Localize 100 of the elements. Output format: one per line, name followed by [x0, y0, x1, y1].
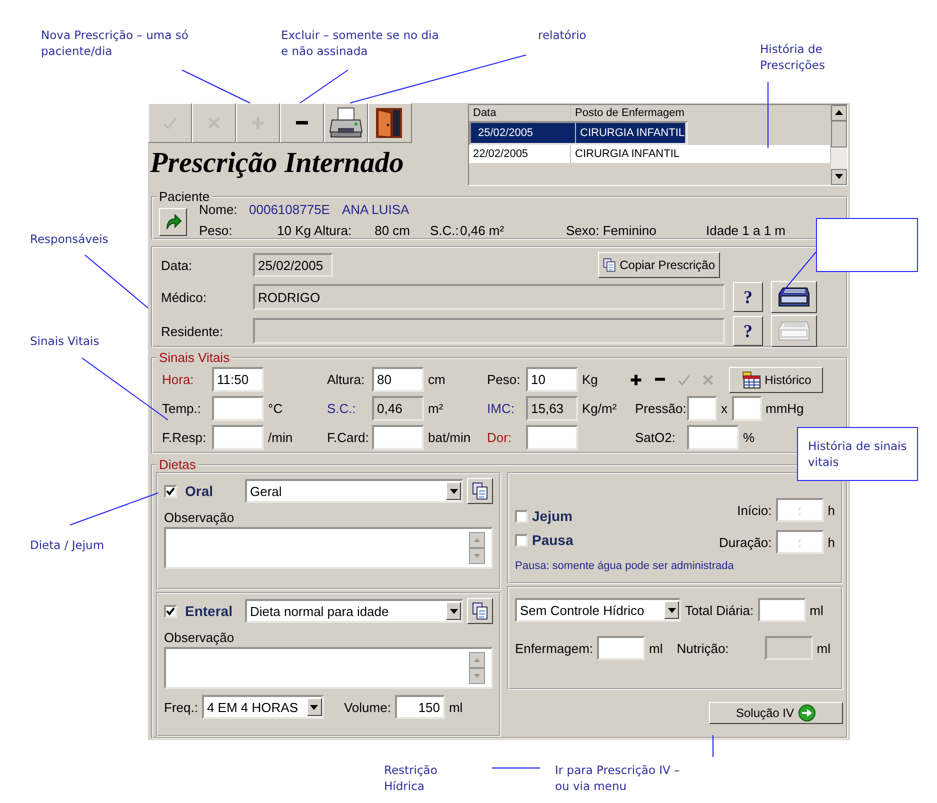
help-button[interactable]: ?	[733, 282, 763, 312]
input-field[interactable]	[372, 425, 424, 450]
annotation-text: Ir para Prescrição IV – ou via menu	[555, 762, 681, 794]
leader-line	[712, 734, 714, 758]
field-label: Nome:	[199, 202, 238, 217]
field-label: Altura:	[327, 372, 366, 387]
checkbox[interactable]	[164, 484, 177, 498]
close-icon	[702, 374, 714, 386]
history-button[interactable]: Histórico	[729, 366, 823, 392]
printer-icon	[329, 106, 363, 140]
input-field[interactable]	[212, 425, 264, 450]
patient-id: 0006108775E	[249, 202, 330, 217]
patient-button[interactable]	[159, 208, 187, 236]
text-field[interactable]	[253, 318, 725, 344]
field-label: Duração:	[719, 534, 772, 550]
text-field[interactable]: RODRIGO	[253, 284, 725, 310]
patient-name: ANA LUISA	[342, 202, 410, 217]
field-label: F.Card:	[327, 430, 370, 445]
exit-button[interactable]	[368, 103, 412, 143]
print-button[interactable]	[324, 103, 368, 143]
copy-prescription-button[interactable]: Copiar Prescrição	[598, 252, 720, 278]
frequency-select[interactable]: 4 EM 4 HORAS	[202, 695, 324, 719]
checkbox-label: Oral	[185, 483, 214, 499]
remove-button[interactable]	[280, 103, 324, 143]
observation-field[interactable]	[164, 527, 493, 569]
input-field[interactable]	[597, 636, 646, 660]
leader-line	[182, 70, 250, 104]
checkbox-label: Enteral	[185, 603, 232, 619]
input-field[interactable]: 80	[372, 367, 424, 392]
group-title: Paciente	[158, 189, 211, 204]
unit-label: cm	[428, 372, 446, 387]
group-title: Sinais Vitais	[158, 350, 231, 365]
table-row[interactable]: 25/02/2005 CIRURGIA INFANTIL	[469, 121, 688, 145]
table-cell: 25/02/2005	[474, 123, 576, 143]
input-field[interactable]	[687, 396, 717, 421]
checkbox[interactable]	[164, 604, 177, 618]
input-field: 0,46	[372, 396, 424, 421]
field-label: Médico:	[161, 290, 208, 304]
sex-text: Sexo: Feminino	[566, 223, 658, 238]
checkbox[interactable]	[515, 510, 528, 522]
scrollbar[interactable]	[831, 105, 847, 185]
scroll-arrows-icon	[469, 652, 485, 684]
unit-label: h	[828, 534, 835, 550]
input-field[interactable]	[687, 425, 739, 450]
field-label: Peso:	[199, 223, 234, 238]
note-text: Pausa: somente água pode ser administrada	[515, 560, 735, 572]
diet-select[interactable]: Dieta normal para idade	[245, 599, 463, 623]
fluid-control-select[interactable]: Sem Controle Hídrico	[515, 598, 681, 622]
field-label: S.C.:	[327, 401, 357, 416]
observation-field[interactable]	[164, 647, 493, 689]
iv-solution-button[interactable]: Solução IV	[709, 702, 843, 724]
field-label: Observação	[164, 510, 236, 525]
annotation-text: História de Prescrições	[760, 41, 826, 74]
unit-label: ml	[810, 602, 824, 618]
scroll-arrows-icon	[469, 532, 485, 564]
copy-icon	[472, 602, 488, 620]
annotation-text: Sinais Vitais	[30, 333, 100, 350]
copy-icon	[472, 482, 488, 500]
callout-box: História de sinais vitais	[797, 427, 918, 481]
annotation-text: Restrição Hídrica	[384, 762, 438, 794]
card-button[interactable]	[771, 281, 817, 313]
help-button[interactable]: ?	[733, 316, 763, 346]
copy-icon	[603, 256, 616, 274]
annotation-text: Dieta / Jejum	[30, 537, 106, 554]
body-surface-value: 0,46 m²	[460, 223, 506, 238]
field-label: Data:	[161, 258, 194, 272]
table-row[interactable]: 22/02/2005 CIRURGIA INFANTIL	[469, 145, 831, 163]
unit-label: /min	[268, 430, 293, 445]
diet-select[interactable]: Geral	[245, 479, 463, 503]
input-field	[764, 636, 813, 660]
height-value: 80 cm	[374, 223, 410, 238]
checkbox-label: Jejum	[532, 508, 572, 524]
unit-label: h	[828, 502, 835, 518]
field-label: Dor:	[487, 430, 513, 445]
checkbox[interactable]	[515, 534, 528, 546]
field-label: Início:	[737, 502, 772, 518]
copy-button[interactable]	[467, 478, 493, 504]
annotation-text: relatório	[538, 27, 588, 44]
checkmark-icon	[677, 372, 691, 386]
input-field[interactable]: 10	[526, 367, 578, 392]
unit-label: Kg	[582, 372, 598, 387]
input-field[interactable]	[526, 425, 578, 450]
input-field[interactable]: 11:50	[212, 367, 264, 392]
plus-icon	[630, 374, 642, 386]
input-field[interactable]	[732, 396, 762, 421]
calendar-icon	[740, 370, 761, 388]
date-field[interactable]: 25/02/2005	[253, 253, 333, 277]
unit-label: %	[743, 430, 755, 445]
input-field[interactable]	[758, 598, 806, 622]
copy-button[interactable]	[467, 598, 493, 624]
field-label: IMC:	[487, 401, 516, 416]
field-label: Volume:	[344, 700, 391, 714]
table-cell: CIRURGIA INFANTIL	[576, 123, 686, 143]
volume-field[interactable]: 150	[394, 695, 445, 719]
arrow-icon	[164, 213, 182, 231]
unit-label: ml	[816, 640, 831, 656]
field-label: Observação	[164, 630, 236, 645]
separator-text: x	[721, 401, 728, 416]
input-field[interactable]	[212, 396, 264, 421]
unit-label: mmHg	[766, 401, 804, 416]
